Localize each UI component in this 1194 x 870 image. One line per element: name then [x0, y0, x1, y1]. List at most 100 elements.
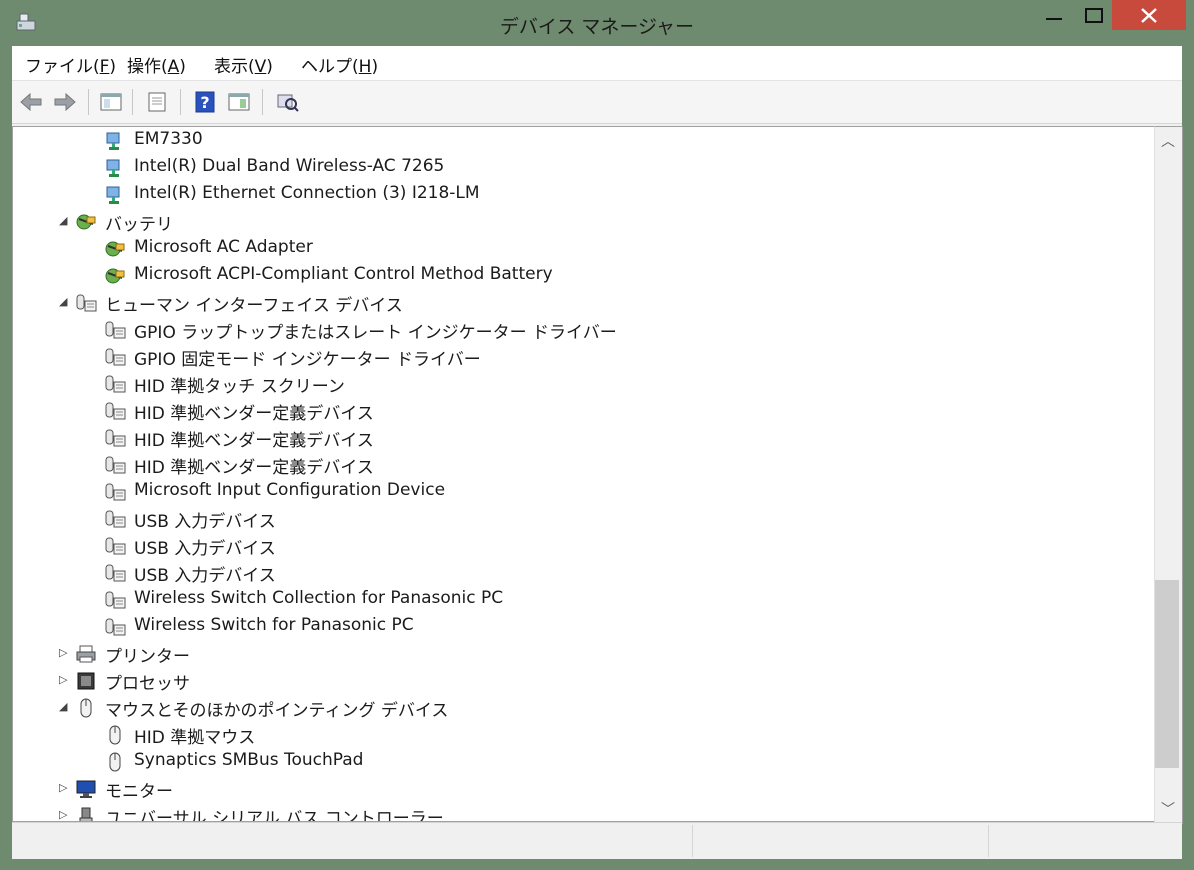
- collapse-arrow-icon[interactable]: ◢: [59, 295, 73, 308]
- scroll-up-arrow-icon[interactable]: ︿: [1161, 131, 1175, 151]
- collapse-arrow-icon[interactable]: ◢: [59, 214, 73, 227]
- title-bar[interactable]: デバイス マネージャー: [0, 0, 1194, 46]
- tree-device-item[interactable]: Synaptics SMBus TouchPad: [104, 748, 1153, 775]
- tree-device-item[interactable]: USB 入力デバイス: [104, 559, 1153, 586]
- expand-arrow-icon[interactable]: ▷: [59, 781, 73, 794]
- device-tree[interactable]: EM7330 Intel(R) Dual Band Wireless-AC 726…: [12, 126, 1155, 822]
- tree-category[interactable]: ▷ プリンター: [59, 640, 1153, 667]
- battery-icon: [104, 239, 126, 259]
- minimize-button[interactable]: [1034, 0, 1074, 32]
- tree-device-item[interactable]: USB 入力デバイス: [104, 532, 1153, 559]
- tree-category[interactable]: ▷ プロセッサ: [59, 667, 1153, 694]
- tree-item-label: HID 準拠マウス: [134, 728, 256, 748]
- tree-device-item[interactable]: EM7330: [104, 127, 1153, 154]
- network-adapter-icon: [104, 158, 126, 178]
- battery-icon: [104, 266, 126, 286]
- expand-arrow-icon[interactable]: ▷: [59, 646, 73, 659]
- back-icon[interactable]: [18, 89, 44, 115]
- tree-item-label: GPIO ラップトップまたはスレート インジケーター ドライバー: [134, 323, 617, 343]
- battery-icon: [75, 212, 97, 232]
- mouse-icon: [75, 698, 97, 718]
- mouse-icon: [104, 752, 126, 772]
- expand-arrow-icon[interactable]: ▷: [59, 808, 73, 821]
- expand-arrow-icon[interactable]: ▷: [59, 673, 73, 686]
- tree-device-item[interactable]: Microsoft AC Adapter: [104, 235, 1153, 262]
- help-icon[interactable]: ?: [192, 89, 218, 115]
- tree-item-label: Wireless Switch for Panasonic PC: [134, 615, 414, 635]
- properties-icon[interactable]: [144, 89, 170, 115]
- update-driver-icon[interactable]: [226, 89, 252, 115]
- tree-item-label: EM7330: [134, 129, 203, 149]
- menu-action[interactable]: 操作(A): [127, 52, 186, 77]
- tree-device-item[interactable]: HID 準拠ベンダー定義デバイス: [104, 451, 1153, 478]
- tree-device-item[interactable]: HID 準拠マウス: [104, 721, 1153, 748]
- tree-item-label: USB 入力デバイス: [134, 512, 276, 532]
- tree-category[interactable]: ◢ マウスとそのほかのポインティング デバイス: [59, 694, 1153, 721]
- show-hide-tree-icon[interactable]: [98, 89, 124, 115]
- hid-icon: [104, 428, 126, 448]
- scrollbar-thumb[interactable]: [1155, 580, 1179, 768]
- hid-icon: [104, 401, 126, 421]
- tree-device-item[interactable]: GPIO ラップトップまたはスレート インジケーター ドライバー: [104, 316, 1153, 343]
- tree-item-label: マウスとそのほかのポインティング デバイス: [105, 701, 449, 721]
- tree-item-label: プロセッサ: [105, 674, 190, 694]
- scroll-down-arrow-icon[interactable]: ﹀: [1161, 799, 1175, 819]
- tree-item-label: Wireless Switch Collection for Panasonic…: [134, 588, 504, 608]
- printer-icon: [75, 644, 97, 664]
- tree-device-item[interactable]: Wireless Switch for Panasonic PC: [104, 613, 1153, 640]
- tree-device-item[interactable]: HID 準拠ベンダー定義デバイス: [104, 424, 1153, 451]
- tree-device-item[interactable]: Microsoft ACPI-Compliant Control Method …: [104, 262, 1153, 289]
- tree-device-item[interactable]: Intel(R) Ethernet Connection (3) I218-LM: [104, 181, 1153, 208]
- tree-item-label: USB 入力デバイス: [134, 566, 276, 586]
- hid-icon: [75, 293, 97, 313]
- collapse-arrow-icon[interactable]: ◢: [59, 700, 73, 713]
- tree-item-label: Microsoft ACPI-Compliant Control Method …: [134, 264, 553, 284]
- tree-item-label: HID 準拠ベンダー定義デバイス: [134, 431, 374, 451]
- tree-item-label: HID 準拠ベンダー定義デバイス: [134, 458, 374, 478]
- hid-icon: [104, 563, 126, 583]
- hid-icon: [104, 509, 126, 529]
- hid-icon: [104, 455, 126, 475]
- tree-item-label: Microsoft AC Adapter: [134, 237, 313, 257]
- menu-view[interactable]: 表示(V): [214, 52, 273, 77]
- svg-text:?: ?: [200, 93, 209, 112]
- tree-item-label: GPIO 固定モード インジケーター ドライバー: [134, 350, 481, 370]
- hid-icon: [104, 347, 126, 367]
- menu-bar: ファイル(F) 操作(A) 表示(V) ヘルプ(H): [12, 46, 1182, 81]
- toolbar: ?: [12, 81, 1182, 124]
- tree-device-item[interactable]: USB 入力デバイス: [104, 505, 1153, 532]
- tree-item-label: Microsoft Input Configuration Device: [134, 480, 446, 500]
- tree-device-item[interactable]: GPIO 固定モード インジケーター ドライバー: [104, 343, 1153, 370]
- client-area: ファイル(F) 操作(A) 表示(V) ヘルプ(H) ? EM7330 Intel…: [12, 46, 1183, 859]
- tree-category[interactable]: ▷ モニター: [59, 775, 1153, 802]
- tree-item-label: Synaptics SMBus TouchPad: [134, 750, 364, 770]
- monitor-icon: [75, 779, 97, 799]
- menu-help[interactable]: ヘルプ(H): [301, 52, 378, 77]
- device-manager-window: デバイス マネージャー ファイル(F) 操作(A) 表示(V) ヘルプ(H) ?: [0, 0, 1194, 870]
- tree-item-label: バッテリ: [105, 215, 173, 235]
- status-bar: [12, 822, 1182, 859]
- tree-item-label: USB 入力デバイス: [134, 539, 276, 559]
- tree-item-label: ヒューマン インターフェイス デバイス: [105, 296, 403, 316]
- mouse-icon: [104, 725, 126, 745]
- menu-file[interactable]: ファイル(F): [25, 52, 116, 77]
- tree-device-item[interactable]: HID 準拠ベンダー定義デバイス: [104, 397, 1153, 424]
- tree-device-item[interactable]: Intel(R) Dual Band Wireless-AC 7265: [104, 154, 1153, 181]
- tree-device-item[interactable]: Microsoft Input Configuration Device: [104, 478, 1153, 505]
- tree-item-label: ユニバーサル シリアル バス コントローラー: [105, 809, 444, 822]
- tree-device-item[interactable]: HID 準拠タッチ スクリーン: [104, 370, 1153, 397]
- tree-category[interactable]: ▷ ユニバーサル シリアル バス コントローラー: [59, 802, 1153, 822]
- close-button[interactable]: [1112, 0, 1186, 30]
- tree-category[interactable]: ◢ ヒューマン インターフェイス デバイス: [59, 289, 1153, 316]
- scan-hardware-icon[interactable]: [274, 89, 300, 115]
- vertical-scrollbar[interactable]: ︿ ﹀: [1154, 126, 1183, 824]
- tree-category[interactable]: ◢ バッテリ: [59, 208, 1153, 235]
- tree-item-label: Intel(R) Ethernet Connection (3) I218-LM: [134, 183, 480, 203]
- forward-icon[interactable]: [52, 89, 78, 115]
- hid-icon: [104, 536, 126, 556]
- tree-item-label: HID 準拠ベンダー定義デバイス: [134, 404, 374, 424]
- tree-item-label: HID 準拠タッチ スクリーン: [134, 377, 345, 397]
- tree-item-label: プリンター: [105, 647, 190, 667]
- tree-device-item[interactable]: Wireless Switch Collection for Panasonic…: [104, 586, 1153, 613]
- tree-item-label: モニター: [105, 782, 173, 802]
